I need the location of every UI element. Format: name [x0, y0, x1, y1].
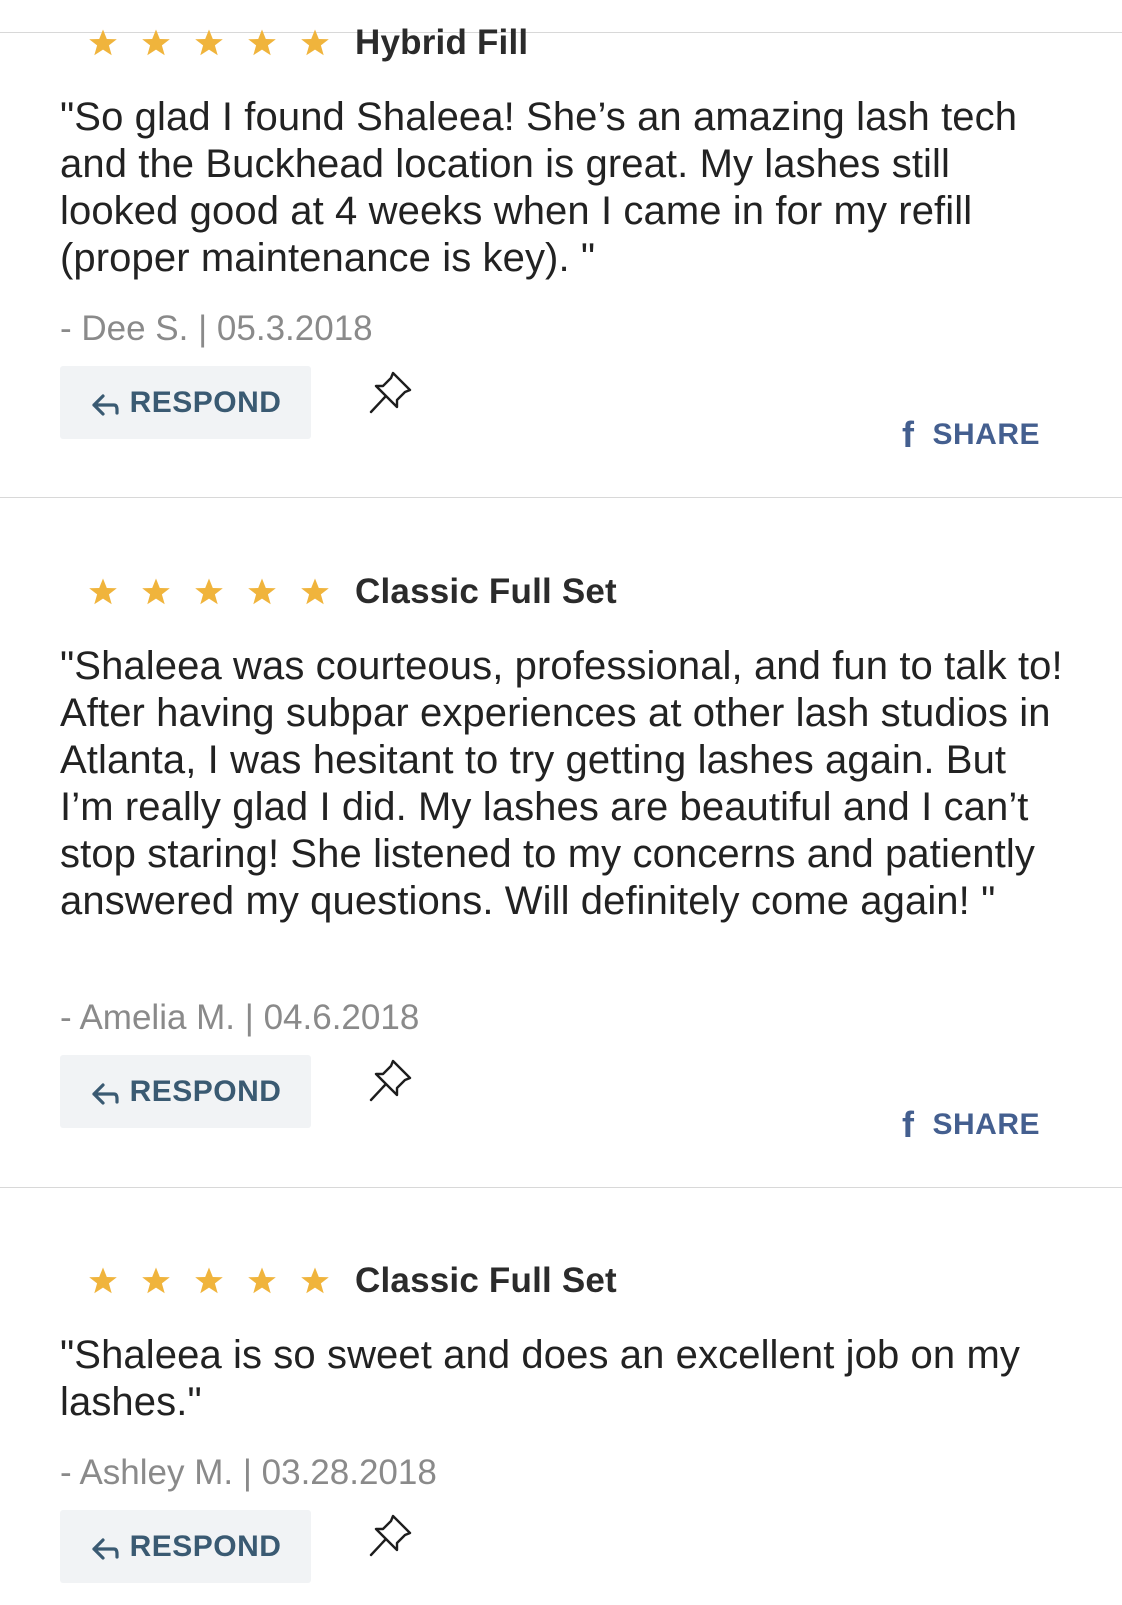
respond-button[interactable]: RESPOND — [60, 366, 311, 439]
star-icon — [194, 28, 224, 58]
star-icon — [247, 577, 277, 607]
review-text: "So glad I found Shaleea! She’s an amazi… — [60, 95, 1018, 280]
share-button[interactable]: f SHARE — [902, 1104, 1040, 1146]
share-button[interactable]: f SHARE — [902, 414, 1040, 456]
rating-row: Classic Full Set — [88, 568, 617, 616]
star-icon — [247, 28, 277, 58]
review-text: "Shaleea is so sweet and does an excelle… — [60, 1333, 1020, 1424]
star-icon — [247, 1266, 277, 1296]
reply-arrow-icon — [91, 1082, 119, 1105]
service-name: Hybrid Fill — [355, 23, 529, 62]
respond-button[interactable]: RESPOND — [60, 1055, 311, 1128]
reply-arrow-icon — [91, 393, 119, 416]
review-card: Classic Full Set "Shaleea was courteous,… — [0, 498, 1122, 1188]
pushpin-icon[interactable] — [366, 1510, 416, 1560]
respond-label: RESPOND — [129, 1529, 282, 1563]
review-byline: - Amelia M. | 04.6.2018 — [60, 998, 420, 1037]
service-name: Classic Full Set — [355, 572, 617, 611]
review-card: Hybrid Fill "So glad I found Shaleea! Sh… — [0, 0, 1122, 498]
respond-label: RESPOND — [129, 385, 282, 419]
facebook-icon: f — [901, 1104, 915, 1145]
star-icon — [141, 1266, 171, 1296]
star-icon — [194, 577, 224, 607]
review-text: "Shaleea was courteous, professional, an… — [60, 644, 1063, 923]
star-icon — [88, 28, 118, 58]
rating-row: Classic Full Set — [88, 1257, 617, 1305]
star-icon — [141, 577, 171, 607]
respond-button[interactable]: RESPOND — [60, 1510, 311, 1583]
star-icon — [88, 1266, 118, 1296]
star-icon — [88, 577, 118, 607]
share-label: SHARE — [932, 1108, 1040, 1141]
service-name: Classic Full Set — [355, 1261, 617, 1300]
star-icon — [300, 1266, 330, 1296]
respond-label: RESPOND — [129, 1074, 282, 1108]
review-byline: - Dee S. | 05.3.2018 — [60, 309, 373, 348]
pushpin-icon[interactable] — [366, 1055, 416, 1105]
pushpin-icon[interactable] — [366, 367, 416, 417]
star-icon — [194, 1266, 224, 1296]
star-icon — [141, 28, 171, 58]
rating-row: Hybrid Fill — [88, 19, 528, 67]
reply-arrow-icon — [91, 1537, 119, 1560]
star-icon — [300, 28, 330, 58]
review-byline: - Ashley M. | 03.28.2018 — [60, 1453, 437, 1492]
review-card: Classic Full Set "Shaleea is so sweet an… — [0, 1188, 1122, 1605]
star-icon — [300, 577, 330, 607]
facebook-icon: f — [901, 414, 915, 455]
share-label: SHARE — [932, 418, 1040, 451]
